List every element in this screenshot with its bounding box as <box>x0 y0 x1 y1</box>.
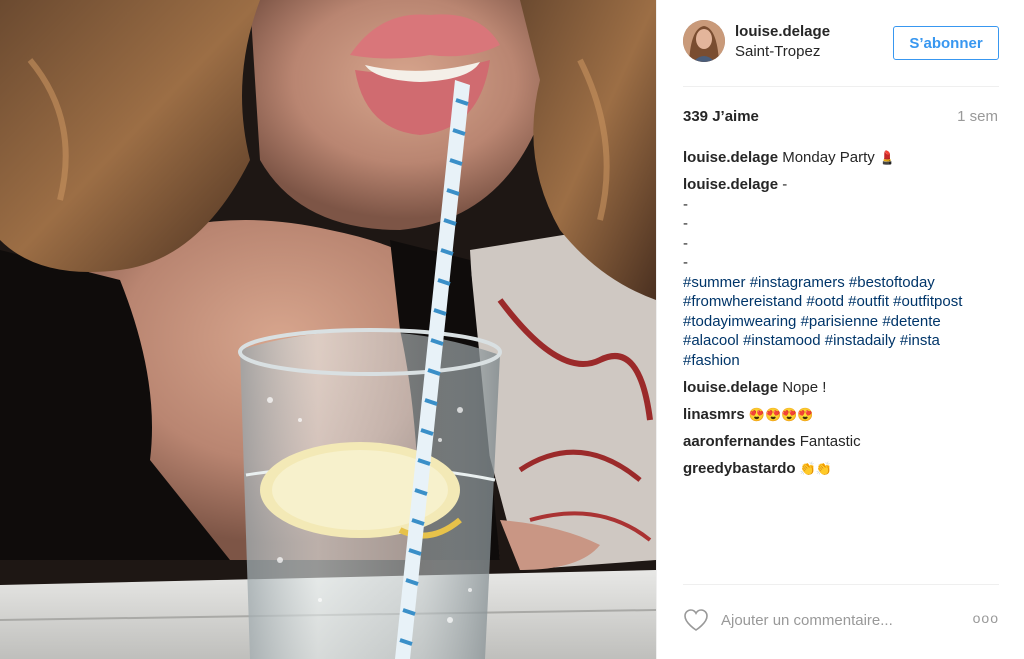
comment-username[interactable]: aaronfernandes <box>683 433 796 450</box>
avatar[interactable] <box>683 20 725 62</box>
heart-icon[interactable] <box>683 608 709 632</box>
comments-list: louise.delage Monday Party 💄 louise.dela… <box>683 148 999 486</box>
post-author-username[interactable]: louise.delage <box>735 23 830 40</box>
more-options-icon[interactable]: ooo <box>973 610 999 626</box>
comment-text: - <box>782 176 788 193</box>
comment-username[interactable]: louise.delage <box>683 379 778 396</box>
hashtag-link[interactable]: #alacool <box>683 332 739 349</box>
post-sidebar: louise.delage Saint-Tropez S’abonner 339… <box>656 0 1024 659</box>
lipstick-emoji: 💄 <box>878 150 896 165</box>
add-comment-row: ooo <box>683 606 999 636</box>
photo-illustration <box>0 0 656 659</box>
hashtag-link[interactable]: #bestoftoday <box>849 274 935 291</box>
hashtag-link[interactable]: #instamood <box>743 332 821 349</box>
footer-divider <box>683 584 999 585</box>
hashtag-link[interactable]: #instagramers <box>750 274 845 291</box>
hashtag-link[interactable]: #instadaily <box>825 332 896 349</box>
hashtag-link[interactable]: #outfitpost <box>893 293 962 310</box>
follow-button[interactable]: S’abonner <box>893 26 999 60</box>
avatar-image <box>683 20 725 62</box>
comment-input[interactable] <box>721 609 951 631</box>
comment-username[interactable]: linasmrs <box>683 406 745 423</box>
dash-line: - <box>683 215 688 232</box>
hashtag-link[interactable]: #outfit <box>848 293 889 310</box>
hashtag-link[interactable]: #summer <box>683 274 746 291</box>
comment-text: 😍😍😍😍 <box>748 406 814 422</box>
post-dialog: louise.delage Saint-Tropez S’abonner 339… <box>0 0 1024 659</box>
hashtag-link[interactable]: #todayimwearing <box>683 313 796 330</box>
post-location[interactable]: Saint-Tropez <box>735 43 820 60</box>
hashtag-link[interactable]: #fromwhereistand <box>683 293 802 310</box>
hashtag-link[interactable]: #insta <box>900 332 940 349</box>
hashtag-link[interactable]: #ootd <box>806 293 844 310</box>
hashtag-comment: louise.delage - - - - - #summer #instagr… <box>683 175 999 370</box>
hashtag-link[interactable]: #fashion <box>683 352 740 369</box>
comment: linasmrs 😍😍😍😍 <box>683 405 999 425</box>
comment: aaronfernandes Fantastic <box>683 432 999 452</box>
comment-username[interactable]: louise.delage <box>683 176 778 193</box>
comment-text: 👏👏 <box>799 460 833 476</box>
comment: greedybastardo 👏👏 <box>683 459 999 479</box>
comment-text: Monday Party <box>782 149 875 166</box>
hashtag-link[interactable]: #detente <box>882 313 940 330</box>
comment-text: Fantastic <box>799 432 861 450</box>
caption-comment: louise.delage Monday Party 💄 <box>683 148 999 168</box>
post-header: louise.delage Saint-Tropez S’abonner <box>683 20 999 66</box>
dash-line: - <box>683 195 688 213</box>
post-time[interactable]: 1 sem <box>957 108 998 125</box>
post-photo[interactable] <box>0 0 656 659</box>
comment-username[interactable]: greedybastardo <box>683 460 796 477</box>
comment: louise.delage Nope ! <box>683 378 999 398</box>
dash-line: - <box>683 254 688 271</box>
comment-username[interactable]: louise.delage <box>683 149 778 166</box>
dash-line: - <box>683 234 688 252</box>
likes-count[interactable]: 339 J’aime <box>683 108 759 125</box>
header-divider <box>683 86 999 87</box>
comment-text: Nope ! <box>782 378 827 396</box>
hashtag-link[interactable]: #parisienne <box>801 313 879 330</box>
